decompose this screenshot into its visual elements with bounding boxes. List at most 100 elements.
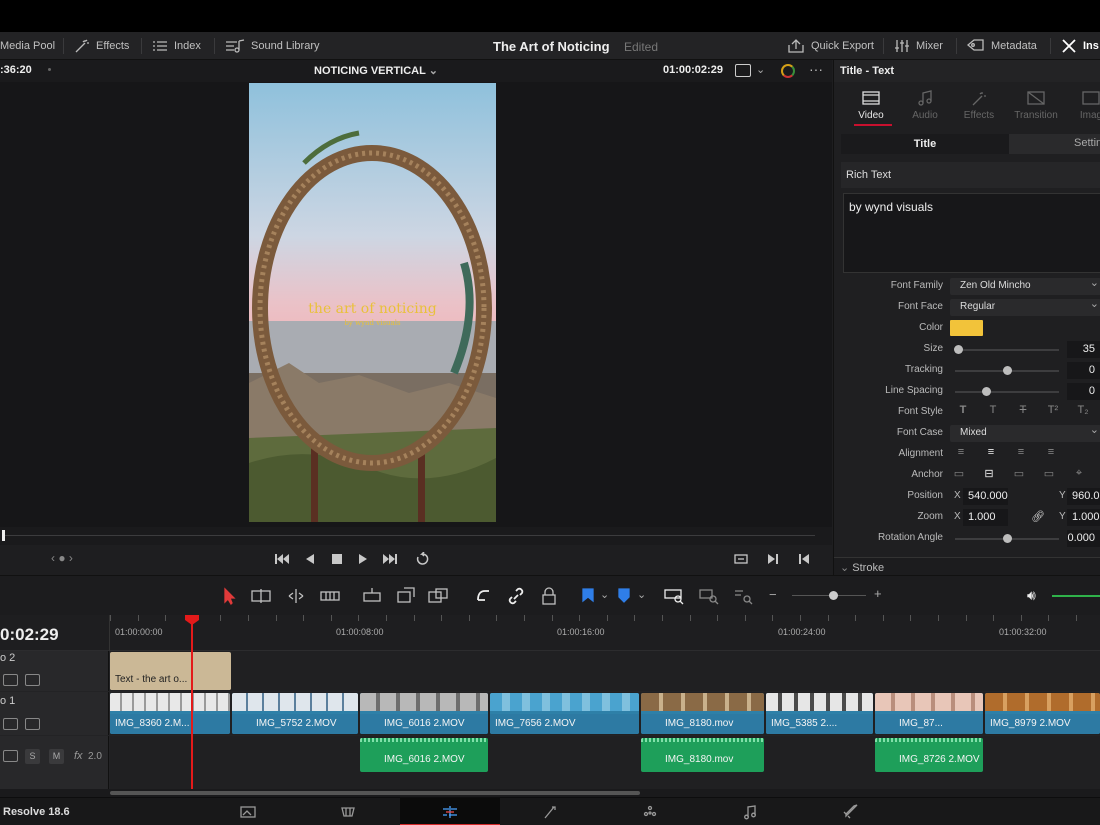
align-justify-icon[interactable]: ≡ (1036, 446, 1066, 463)
snapping-icon[interactable] (473, 587, 493, 605)
position-x-value[interactable]: 540.000 (963, 488, 1008, 505)
chevron-down-icon[interactable]: ⌄ (600, 588, 609, 601)
tab-transition[interactable]: Transition (1009, 88, 1063, 126)
trim-edit-icon[interactable] (251, 587, 271, 605)
zoom-y-value[interactable]: 1.000 (1067, 509, 1100, 526)
zoom-out-icon[interactable]: − (769, 587, 777, 602)
audio-clip[interactable]: IMG_6016 2.MOV (360, 738, 488, 772)
anchor-center-icon[interactable]: ⌖ (1064, 467, 1094, 484)
color-wheel-icon[interactable] (781, 64, 795, 78)
font-case-dropdown[interactable]: Mixed (950, 423, 1100, 442)
color-swatch[interactable] (950, 320, 983, 336)
effects-button[interactable]: Effects (74, 32, 129, 60)
sound-library-button[interactable]: Sound Library (225, 32, 320, 60)
anchor-baseline-icon[interactable]: ▭ (1034, 467, 1064, 484)
link-icon[interactable]: 🔗︎ (1031, 510, 1045, 523)
line-spacing-value[interactable]: 0 (1067, 383, 1100, 400)
match-frame-icon[interactable] (734, 552, 748, 566)
zoom-custom-icon[interactable] (733, 587, 753, 605)
chevron-down-icon[interactable]: ⌄ (756, 63, 765, 76)
inspector-button[interactable]: Ins (1061, 32, 1099, 60)
video-clip[interactable]: IMG_8360 2.M... (110, 693, 230, 734)
timeline-ruler[interactable]: 0:02:29 01:00:00:00 01:00:08:00 01:00:16… (0, 615, 1100, 651)
safe-area-icon[interactable] (735, 64, 751, 77)
video-clip[interactable]: IMG_8979 2.MOV (985, 693, 1100, 734)
mute-button[interactable]: M (49, 749, 64, 764)
auto-select-icon[interactable] (3, 750, 18, 762)
video-clip[interactable]: IMG_7656 2.MOV (490, 693, 639, 734)
lock-icon[interactable] (539, 587, 559, 605)
mixer-button[interactable]: Mixer (894, 32, 943, 60)
previous-edit-icon[interactable] (797, 552, 811, 566)
edit-page-button[interactable] (400, 798, 500, 825)
font-family-dropdown[interactable]: Zen Old Mincho (950, 276, 1100, 295)
playhead[interactable] (191, 617, 193, 789)
tab-effects[interactable]: Effects (952, 88, 1006, 126)
fusion-page-button[interactable] (500, 798, 600, 825)
rich-text-editor[interactable]: by wynd visuals (843, 193, 1100, 273)
track-visibility-icon[interactable] (25, 674, 40, 686)
timeline-zoom-knob[interactable] (829, 591, 838, 600)
line-spacing-slider[interactable] (955, 391, 1059, 393)
play-reverse-icon[interactable] (303, 552, 317, 566)
play-icon[interactable] (356, 552, 370, 566)
media-page-button[interactable] (198, 798, 298, 825)
font-face-dropdown[interactable]: Regular (950, 297, 1100, 316)
playhead-handle-icon[interactable] (185, 615, 199, 625)
jog-control[interactable]: ‹ ● › (51, 551, 73, 565)
auto-select-icon[interactable] (3, 674, 18, 686)
anchor-bottom-icon[interactable]: ▭ (1004, 467, 1034, 484)
size-value[interactable]: 35 (1067, 341, 1100, 358)
video-clip[interactable]: IMG_5385 2.... (766, 693, 873, 734)
volume-icon[interactable]: 🔊︎ (1027, 587, 1036, 604)
linked-selection-icon[interactable] (506, 587, 526, 605)
tab-video[interactable]: Video (844, 88, 898, 126)
next-edit-icon[interactable] (766, 552, 780, 566)
dynamic-trim-icon[interactable] (286, 587, 306, 605)
viewer-scrubber[interactable] (0, 527, 832, 545)
scrollbar-thumb[interactable] (110, 791, 640, 795)
timeline-scrollbar[interactable] (0, 789, 1100, 797)
deliver-page-button[interactable] (800, 798, 900, 825)
solo-button[interactable]: S (25, 749, 40, 764)
go-to-end-icon[interactable] (383, 552, 397, 566)
auto-select-icon[interactable] (3, 718, 18, 730)
marker-icon[interactable] (614, 587, 634, 605)
audio-clip[interactable]: IMG_8180.mov (641, 738, 764, 772)
anchor-top-icon[interactable]: ▭ (944, 467, 974, 484)
line-spacing-slider-knob[interactable] (982, 387, 992, 396)
scrub-handle[interactable] (2, 530, 5, 541)
tracking-slider-knob[interactable] (1003, 366, 1012, 375)
subscript-style-icon[interactable]: T₂ (1068, 404, 1098, 421)
track-header-v2[interactable]: o 2 (0, 651, 109, 691)
chevron-down-icon[interactable]: ⌄ (637, 588, 646, 601)
video-clip[interactable]: IMG_5752 2.MOV (232, 693, 358, 734)
selection-pointer-icon[interactable] (219, 587, 239, 606)
more-options-icon[interactable]: ··· (809, 61, 823, 77)
subtab-settings[interactable]: Settin (1074, 137, 1100, 149)
cut-page-button[interactable] (298, 798, 398, 825)
video-clip[interactable]: IMG_6016 2.MOV (360, 693, 488, 734)
timeline-name-dropdown[interactable]: NOTICING VERTICAL ⌄ (314, 64, 438, 77)
audio-clip[interactable]: IMG_8726 2.MOV (875, 738, 983, 772)
media-pool-button[interactable]: Media Pool (0, 32, 55, 60)
title-clip[interactable]: Text - the art o... (110, 652, 231, 690)
audio-fx-label[interactable]: fx (74, 750, 83, 762)
align-center-icon[interactable]: ≡ (976, 446, 1006, 463)
loop-icon[interactable] (415, 551, 429, 566)
strikethrough-style-icon[interactable]: T (1008, 404, 1038, 421)
fairlight-page-button[interactable] (700, 798, 800, 825)
bold-style-icon[interactable]: T (948, 404, 978, 421)
zoom-x-value[interactable]: 1.000 (963, 509, 1008, 526)
replace-clip-icon[interactable] (428, 587, 448, 605)
align-left-icon[interactable]: ≡ (946, 446, 976, 463)
blade-edit-icon[interactable] (320, 587, 340, 605)
italic-style-icon[interactable]: T (978, 404, 1008, 421)
superscript-style-icon[interactable]: T² (1038, 404, 1068, 421)
tab-audio[interactable]: Audio (898, 88, 952, 126)
zoom-in-icon[interactable]: + (874, 586, 882, 601)
volume-level-bar[interactable] (1052, 595, 1100, 597)
rotation-value[interactable]: 0.000 (1067, 530, 1100, 547)
stroke-section-header[interactable]: ⌄ Stroke (834, 557, 1100, 575)
tracking-value[interactable]: 0 (1067, 362, 1100, 379)
